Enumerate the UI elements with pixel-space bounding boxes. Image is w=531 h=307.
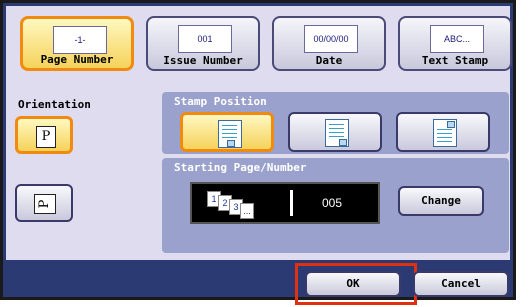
stamp-position-top-right-button[interactable] bbox=[396, 112, 490, 152]
cancel-button[interactable]: Cancel bbox=[413, 271, 509, 297]
tab-label: Date bbox=[315, 54, 343, 67]
portrait-page-icon: P bbox=[36, 126, 56, 148]
issue-number-thumb-icon: 001 bbox=[178, 25, 232, 53]
display-divider bbox=[290, 190, 293, 216]
change-button[interactable]: Change bbox=[398, 186, 484, 216]
starting-number-section: Starting Page/Number 1 2 3 ... 005 Chang… bbox=[162, 158, 509, 253]
landscape-page-icon: P bbox=[34, 194, 56, 214]
stamp-settings-panel: -1- Page Number 001 Issue Number 00/00/0… bbox=[6, 6, 512, 260]
date-thumb-icon: 00/00/00 bbox=[304, 25, 358, 53]
starting-number-title: Starting Page/Number bbox=[174, 161, 307, 174]
stamp-position-bottom-left-button[interactable] bbox=[180, 112, 274, 152]
doc-bottom-left-icon bbox=[218, 120, 242, 148]
stamp-position-title: Stamp Position bbox=[174, 95, 267, 108]
tab-label: Text Stamp bbox=[421, 54, 489, 67]
page-number-thumb-icon: -1- bbox=[53, 26, 107, 54]
orientation-landscape-button[interactable]: P bbox=[15, 184, 73, 222]
orientation-portrait-button[interactable]: P bbox=[15, 116, 73, 154]
doc-bottom-right-icon bbox=[325, 119, 349, 147]
page-margin bbox=[516, 0, 531, 307]
stamp-position-section: Stamp Position bbox=[162, 92, 509, 154]
page-more: ... bbox=[240, 203, 254, 219]
tab-label: Issue Number bbox=[163, 54, 243, 67]
text-stamp-thumb-icon: ABC... bbox=[430, 25, 484, 53]
tab-issue-number[interactable]: 001 Issue Number bbox=[146, 16, 260, 71]
tab-label: Page Number bbox=[40, 53, 114, 66]
starting-number-display: 1 2 3 ... 005 bbox=[190, 182, 380, 224]
tab-page-number[interactable]: -1- Page Number bbox=[20, 16, 134, 71]
stamp-position-bottom-right-button[interactable] bbox=[288, 112, 382, 152]
orientation-label: Orientation bbox=[18, 98, 91, 111]
starting-number-value: 005 bbox=[322, 196, 343, 210]
ok-button[interactable]: OK bbox=[305, 271, 401, 297]
tab-text-stamp[interactable]: ABC... Text Stamp bbox=[398, 16, 512, 71]
doc-top-right-icon bbox=[433, 119, 457, 147]
tab-date[interactable]: 00/00/00 Date bbox=[272, 16, 386, 71]
copier-screen: -1- Page Number 001 Issue Number 00/00/0… bbox=[0, 0, 516, 305]
